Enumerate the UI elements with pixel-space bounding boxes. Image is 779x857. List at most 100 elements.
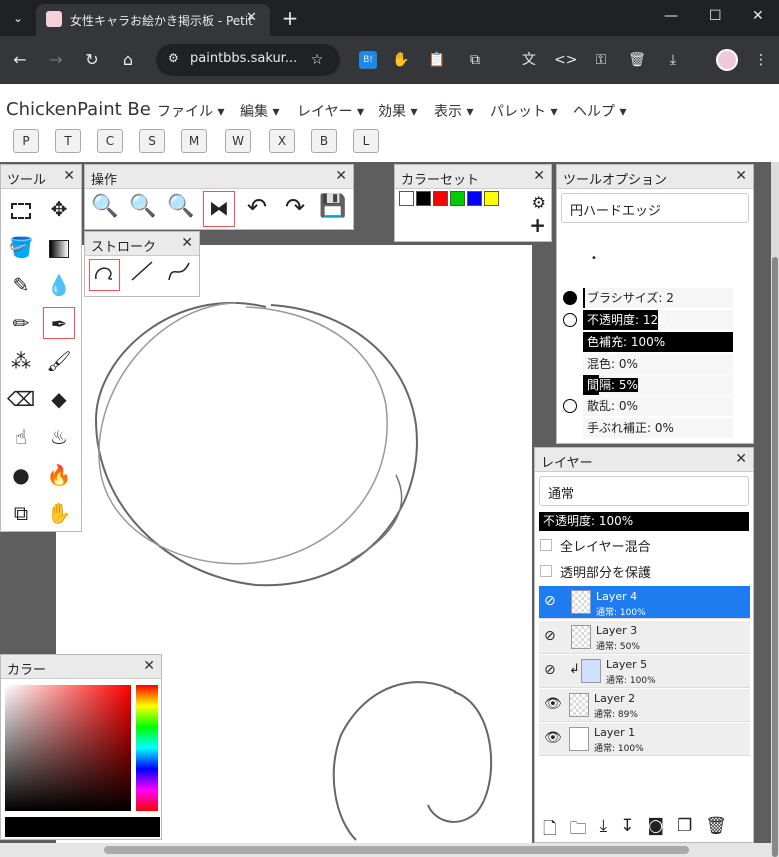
line-stroke-icon[interactable] <box>126 259 157 291</box>
vertical-scroll-thumb[interactable] <box>772 257 778 857</box>
minimize-icon[interactable]: — <box>664 8 678 24</box>
clipboard-icon[interactable]: 📋 <box>426 49 448 71</box>
gradient-icon[interactable] <box>43 231 75 263</box>
soft-eraser-icon[interactable]: ◆ <box>43 383 75 415</box>
maximize-icon[interactable]: ☐ <box>709 8 722 24</box>
quick-button-m[interactable]: M <box>181 129 207 153</box>
scatter-slider[interactable]: 散乱: 0% <box>583 396 733 416</box>
clipping-icon[interactable]: ↧ <box>620 816 634 845</box>
browser-menu-icon[interactable]: ⋮ <box>750 49 772 71</box>
new-layer-icon[interactable]: 🗋 <box>543 816 557 845</box>
zoom-out-icon[interactable]: 🔍 <box>127 191 159 223</box>
hatena-bookmark-icon[interactable]: B! <box>359 51 377 69</box>
burn-icon[interactable]: 🔥 <box>43 459 75 491</box>
close-icon[interactable]: ✕ <box>735 451 747 467</box>
close-icon[interactable]: ✕ <box>63 168 75 184</box>
smudge-icon[interactable]: ☝ <box>5 421 37 453</box>
menu-layer[interactable]: レイヤー ▾ <box>297 101 364 121</box>
eye-hidden-icon[interactable]: ⊘ <box>544 593 556 609</box>
hand-pan-icon[interactable]: ✋ <box>43 497 75 529</box>
quick-button-x[interactable]: X <box>269 129 295 153</box>
preserve-alpha-checkbox[interactable] <box>540 565 552 577</box>
close-icon[interactable]: ✕ <box>143 658 155 674</box>
eye-hidden-icon[interactable]: ⊘ <box>544 628 556 644</box>
horizontal-scroll-thumb[interactable] <box>104 846 689 854</box>
pressure-opacity-toggle[interactable] <box>563 313 577 327</box>
color-fill-slider[interactable]: 色補充: 100% <box>583 332 733 352</box>
tab-search-icon[interactable]: ⌄ <box>4 4 32 32</box>
site-info-icon[interactable]: ⚙ <box>168 51 179 65</box>
close-icon[interactable]: ✕ <box>533 168 545 184</box>
layer-row[interactable]: ⊘ Layer 4 通常: 100% <box>539 586 750 619</box>
code-icon[interactable]: <> <box>554 49 577 71</box>
pen-icon[interactable]: ✒ <box>43 307 75 339</box>
color-swatch[interactable] <box>416 191 431 206</box>
menu-effects[interactable]: 効果 ▾ <box>378 101 417 121</box>
layer-row[interactable]: 👁 Layer 1 通常: 100% <box>539 723 750 756</box>
menu-file[interactable]: ファイル ▾ <box>157 101 224 121</box>
menu-view[interactable]: 表示 ▾ <box>434 101 473 121</box>
extension-hand-icon[interactable]: ✋ <box>390 49 412 71</box>
eye-hidden-icon[interactable]: ⊘ <box>544 662 556 678</box>
airbrush-icon[interactable]: ⁂ <box>5 345 37 377</box>
fill-bucket-icon[interactable]: 🪣 <box>5 231 37 263</box>
quick-button-w[interactable]: W <box>225 129 251 153</box>
home-icon[interactable]: ⌂ <box>114 46 142 74</box>
menu-palette[interactable]: パレット ▾ <box>490 101 557 121</box>
profile-avatar[interactable] <box>716 49 738 71</box>
rect-select-icon[interactable] <box>5 193 37 225</box>
spacing-slider[interactable]: 間隔: 5% <box>583 375 733 395</box>
gear-icon[interactable]: ⚙ <box>532 193 546 212</box>
layer-row[interactable]: ⊘ ↲ Layer 5 通常: 100% <box>539 655 750 688</box>
save-icon[interactable]: 💾 <box>317 191 349 223</box>
add-swatch-icon[interactable]: + <box>529 213 546 237</box>
delete-layer-icon[interactable]: 🗑 <box>705 816 727 845</box>
bookmark-star-icon[interactable]: ☆ <box>306 49 328 71</box>
merge-down-icon[interactable]: ⤓ <box>600 816 608 845</box>
pressure-size-toggle[interactable] <box>563 291 577 305</box>
zoom-100-icon[interactable]: 🔍 <box>165 191 197 223</box>
reload-icon[interactable]: ↻ <box>78 46 106 74</box>
eye-icon[interactable]: 👁 <box>544 730 562 746</box>
quick-button-c[interactable]: C <box>97 129 123 153</box>
close-icon[interactable]: ✕ <box>735 168 747 184</box>
mix-slider[interactable]: 混色: 0% <box>583 354 733 374</box>
menu-edit[interactable]: 編集 ▾ <box>240 101 279 121</box>
eye-icon[interactable]: 👁 <box>544 696 562 712</box>
color-swatch[interactable] <box>433 191 448 206</box>
saturation-value-picker[interactable] <box>5 685 131 811</box>
quick-button-p[interactable]: P <box>13 129 39 153</box>
water-drop-icon[interactable]: 💧 <box>43 269 75 301</box>
quick-button-b[interactable]: B <box>311 129 337 153</box>
opacity-slider[interactable]: 不透明度: 128 <box>583 310 733 330</box>
color-swatch[interactable] <box>484 191 499 206</box>
quick-button-s[interactable]: S <box>139 129 165 153</box>
forward-icon[interactable]: → <box>42 46 70 74</box>
pencil-icon[interactable]: ✏ <box>5 307 37 339</box>
layer-row[interactable]: ⊘ Layer 3 通常: 50% <box>539 621 750 654</box>
trash-icon[interactable]: 🗑 <box>626 49 648 71</box>
pressure-scatter-toggle[interactable] <box>563 399 577 413</box>
new-folder-icon[interactable]: 🗀 <box>570 816 587 845</box>
window-close-icon[interactable]: ✕ <box>752 8 764 24</box>
eyedropper-icon[interactable]: ✎ <box>5 269 37 301</box>
tab-close-icon[interactable]: ✕ <box>246 10 257 25</box>
flip-horizontal-icon[interactable]: ⧓ <box>203 191 235 227</box>
duplicate-layer-icon[interactable]: ❐ <box>677 816 692 845</box>
close-icon[interactable]: ✕ <box>181 235 193 251</box>
zoom-in-icon[interactable]: 🔍 <box>89 191 121 223</box>
brush-tip-select[interactable]: 円ハードエッジ <box>561 193 749 223</box>
layer-row[interactable]: 👁 Layer 2 通常: 89% <box>539 689 750 722</box>
back-icon[interactable]: ← <box>6 46 34 74</box>
layer-opacity-slider[interactable]: 不透明度: 100% <box>539 512 749 531</box>
extensions-puzzle-icon[interactable]: ⧉ <box>464 49 486 71</box>
move-icon[interactable]: ✥ <box>43 193 75 225</box>
transform-icon[interactable]: ⧉ <box>5 497 37 529</box>
undo-icon[interactable]: ↶ <box>241 191 273 223</box>
watercolor-icon[interactable]: 🖌 <box>43 345 75 377</box>
blend-mode-select[interactable]: 通常 <box>539 476 749 506</box>
new-tab-icon[interactable]: + <box>276 4 304 32</box>
browser-tab[interactable]: 女性キャラお絵かき掲示板 - Petit ✕ <box>36 4 270 36</box>
translate-icon[interactable]: 文 <box>518 49 540 71</box>
quick-button-l[interactable]: L <box>353 129 379 153</box>
